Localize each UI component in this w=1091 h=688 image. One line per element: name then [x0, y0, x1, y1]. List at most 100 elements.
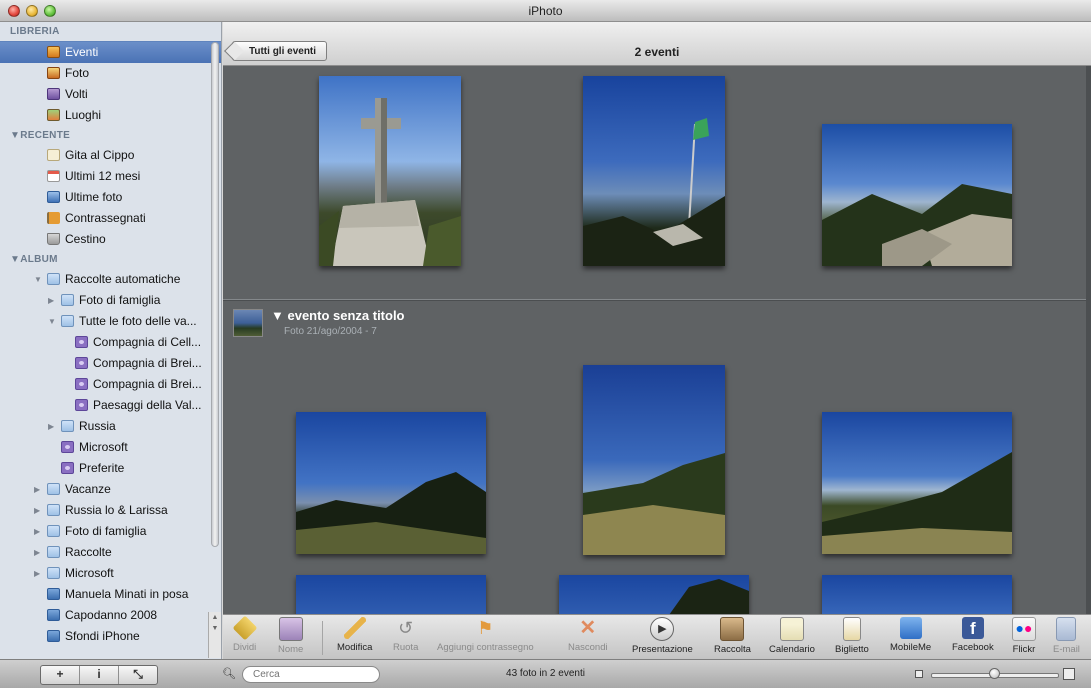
bottom-toolbar: Dividi Nome Modifica ↺ Ruota ⚑ Aggiungi … [223, 614, 1091, 659]
trees-photo-art [669, 579, 749, 614]
sidebar-item-luoghi[interactable]: Luoghi [0, 105, 221, 126]
rocks-photo-art [822, 184, 1012, 266]
sidebar-item-compagnia-di-brei[interactable]: Compagnia di Brei... [0, 353, 221, 374]
folder-icon [47, 273, 60, 285]
sidebar-item-label: Ultimi 12 mesi [65, 169, 141, 183]
sidebar-item-vacanze[interactable]: ▶ Vacanze [0, 479, 221, 500]
sidebar-item-ultimi-12-mesi[interactable]: Ultimi 12 mesi [0, 166, 221, 187]
event-key-photo[interactable] [233, 309, 263, 337]
smart-album-icon [75, 399, 88, 411]
photo-thumbnail[interactable] [822, 124, 1012, 266]
sidebar-item-raccolte[interactable]: ▶ Raccolte [0, 542, 221, 563]
folder-icon [47, 525, 60, 537]
sidebar-scroll-arrows[interactable]: ▲ ▼ [208, 612, 221, 658]
photo-thumbnail[interactable] [296, 412, 486, 554]
photo-thumbnail[interactable] [559, 575, 749, 614]
add-flag-button[interactable]: ⚑ Aggiungi contrassegno [437, 617, 534, 653]
folder-icon [61, 420, 74, 432]
sidebar-item-compagnia-di-brei[interactable]: Compagnia di Brei... [0, 374, 221, 395]
trash-icon [47, 233, 60, 245]
sidebar-item-gita-al-cippo[interactable]: Gita al Cippo [0, 145, 221, 166]
split-button-label: Dividi [233, 642, 257, 653]
sidebar-item-label: Compagnia di Brei... [93, 356, 202, 370]
flag-icon [47, 212, 60, 224]
book-button[interactable]: Raccolta [714, 617, 751, 655]
sidebar-item-russia[interactable]: ▶ Russia [0, 416, 221, 437]
rotate-button[interactable]: ↺ Ruota [393, 617, 418, 653]
photo-thumbnail[interactable] [583, 365, 725, 555]
flickr-button-label: Flickr [1012, 644, 1036, 655]
sidebar-item-label: Manuela Minati in posa [65, 587, 189, 601]
photo-thumbnail[interactable] [319, 76, 461, 266]
slider-knob[interactable] [989, 668, 1000, 679]
card-icon [842, 617, 861, 641]
sidebar-item-ultime-foto[interactable]: Ultime foto [0, 187, 221, 208]
album-section-header[interactable]: ▼ALBUM [0, 250, 221, 269]
photo-thumbnail[interactable] [822, 412, 1012, 554]
event-divider-shadow [223, 300, 1091, 301]
sidebar-item-tutte-le-foto-delle-va[interactable]: ▼ Tutte le foto delle va... [0, 311, 221, 332]
sidebar-item-compagnia-di-cell[interactable]: Compagnia di Cell... [0, 332, 221, 353]
sidebar-item-foto-di-famiglia[interactable]: ▶ Foto di famiglia [0, 290, 221, 311]
sidebar-item-volti[interactable]: Volti [0, 84, 221, 105]
sidebar-item-microsoft[interactable]: Microsoft [0, 437, 221, 458]
sidebar-item-raccolte-automatiche[interactable]: ▼ Raccolte automatiche [0, 269, 221, 290]
sidebar-item-cestino[interactable]: Cestino [0, 229, 221, 250]
sidebar-item-manuela-minati-in-posa[interactable]: Manuela Minati in posa [0, 584, 221, 605]
sidebar-item-label: Eventi [65, 45, 99, 59]
edit-button[interactable]: Modifica [337, 617, 372, 653]
sidebar-item-label: Microsoft [65, 566, 114, 580]
name-button-label: Nome [278, 644, 304, 655]
split-button[interactable]: Dividi [232, 615, 258, 653]
sidebar-item-label: Contrassegnati [65, 211, 146, 225]
sidebar-item-capodanno-2008[interactable]: Capodanno 2008 [0, 605, 221, 626]
photo-thumbnail[interactable] [583, 76, 725, 266]
disclosure-triangle-icon[interactable]: ▼ [48, 311, 56, 332]
email-button[interactable]: E-mail [1053, 617, 1080, 655]
flickr-button[interactable]: ●● Flickr [1012, 617, 1036, 655]
disclosure-triangle-icon[interactable]: ▶ [34, 542, 40, 563]
event-title[interactable]: ▼ evento senza titolo [271, 308, 405, 323]
disclosure-triangle-icon[interactable]: ▶ [34, 521, 40, 542]
events-icon [47, 46, 60, 58]
slideshow-button[interactable]: ▶ Presentazione [632, 617, 693, 655]
disclosure-triangle-icon[interactable]: ▶ [34, 563, 40, 584]
disclosure-triangle-icon[interactable]: ▶ [48, 416, 54, 437]
sidebar-item-preferite[interactable]: Preferite [0, 458, 221, 479]
calendar-button[interactable]: Calendario [769, 617, 815, 655]
sidebar-item-microsoft[interactable]: ▶ Microsoft [0, 563, 221, 584]
sidebar-item-paesaggi-della-val[interactable]: Paesaggi della Val... [0, 395, 221, 416]
play-icon: ▶ [650, 617, 675, 641]
thumbnail-size-slider[interactable] [915, 667, 1085, 681]
disclosure-triangle-icon[interactable]: ▶ [34, 500, 40, 521]
facebook-button[interactable]: f Facebook [952, 617, 994, 653]
email-button-label: E-mail [1053, 644, 1080, 655]
smart-album-icon [75, 378, 88, 390]
cloud-icon [899, 617, 922, 639]
rotate-button-label: Ruota [393, 642, 419, 653]
sidebar-item-sfondi-iphone[interactable]: Sfondi iPhone [0, 626, 221, 647]
window-titlebar: iPhoto [0, 0, 1091, 22]
folder-icon [61, 294, 74, 306]
sidebar-scrollbar-thumb[interactable] [211, 42, 219, 547]
hide-button[interactable]: ✕ Nascondi [568, 617, 608, 653]
flickr-icon: ●● [1012, 617, 1036, 641]
card-button[interactable]: Biglietto [835, 617, 869, 655]
sidebar-item-russia-lo-larissa[interactable]: ▶ Russia lo & Larissa [0, 500, 221, 521]
photo-thumbnail[interactable] [822, 575, 1012, 614]
album-icon [47, 630, 60, 642]
sidebar-item-foto[interactable]: Foto [0, 63, 221, 84]
disclosure-triangle-icon[interactable]: ▶ [34, 479, 40, 500]
sidebar-item-label: Ultime foto [65, 190, 123, 204]
disclosure-triangle-icon[interactable]: ▶ [48, 290, 54, 311]
pencil-icon [343, 617, 366, 639]
disclosure-triangle-icon[interactable]: ▼ [34, 269, 42, 290]
recent-section-header[interactable]: ▼RECENTE [0, 126, 221, 145]
sidebar-item-foto-di-famiglia[interactable]: ▶ Foto di famiglia [0, 521, 221, 542]
content-scrollbar[interactable] [1086, 66, 1091, 614]
name-button[interactable]: Nome [278, 617, 303, 655]
mobileme-button[interactable]: MobileMe [890, 617, 931, 653]
sidebar-item-eventi[interactable]: Eventi [0, 41, 221, 63]
photo-thumbnail[interactable] [296, 575, 486, 614]
sidebar-item-contrassegnati[interactable]: Contrassegnati [0, 208, 221, 229]
